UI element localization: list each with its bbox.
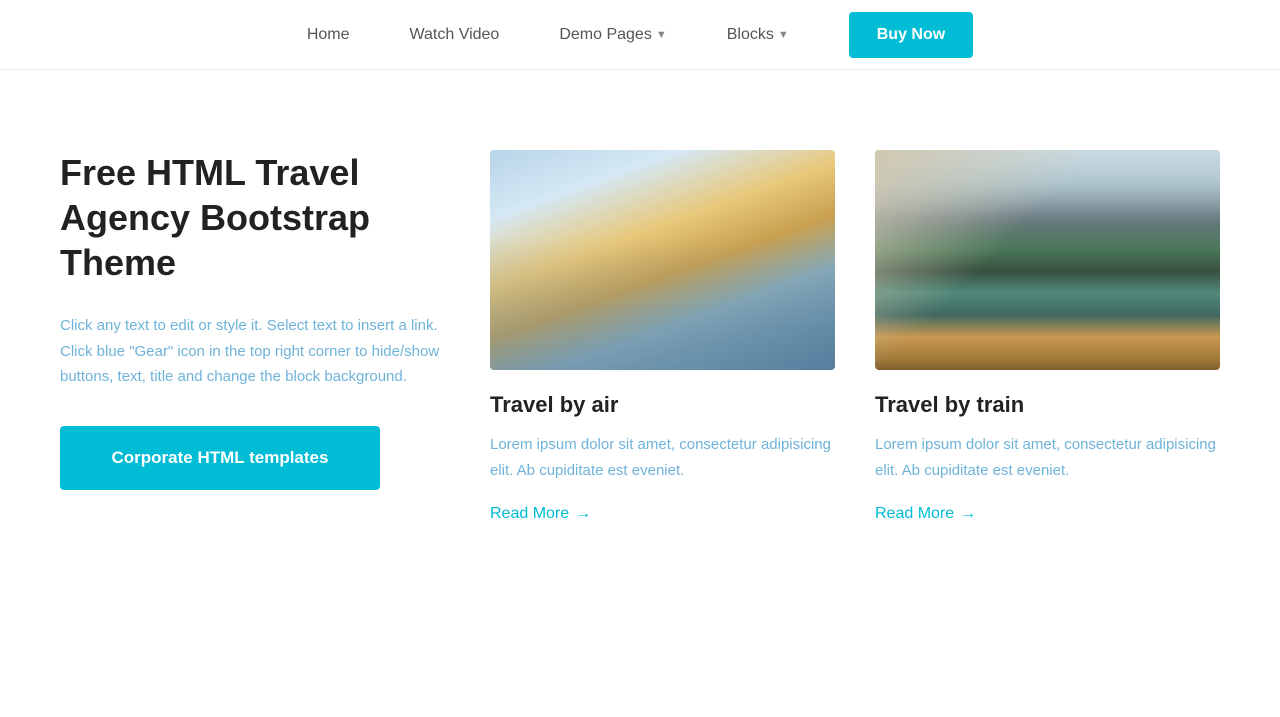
demo-pages-dropdown-icon: ▼ bbox=[656, 29, 667, 41]
card-air-title: Travel by air bbox=[490, 392, 835, 418]
card-air-text: Lorem ipsum dolor sit amet, consectetur … bbox=[490, 432, 835, 483]
card-train-read-more[interactable]: Read More → bbox=[875, 505, 1220, 523]
nav-watch-video[interactable]: Watch Video bbox=[410, 26, 500, 44]
card-train-image bbox=[875, 150, 1220, 370]
left-column: Free HTML Travel Agency Bootstrap Theme … bbox=[60, 150, 450, 523]
buy-now-button[interactable]: Buy Now bbox=[849, 12, 973, 58]
card-air-image bbox=[490, 150, 835, 370]
card-train: Travel by train Lorem ipsum dolor sit am… bbox=[875, 150, 1220, 523]
nav-home[interactable]: Home bbox=[307, 26, 350, 44]
plane-illustration bbox=[490, 150, 835, 370]
blocks-dropdown-icon: ▼ bbox=[778, 29, 789, 41]
hero-subtitle: Click any text to edit or style it. Sele… bbox=[60, 313, 450, 390]
card-train-text: Lorem ipsum dolor sit amet, consectetur … bbox=[875, 432, 1220, 483]
card-air-read-more[interactable]: Read More → bbox=[490, 505, 835, 523]
content-grid: Free HTML Travel Agency Bootstrap Theme … bbox=[60, 150, 1220, 523]
nav-demo-pages[interactable]: Demo Pages ▼ bbox=[559, 26, 666, 44]
main-content: Free HTML Travel Agency Bootstrap Theme … bbox=[0, 70, 1280, 717]
arrow-icon: → bbox=[575, 505, 591, 523]
navbar: Home Watch Video Demo Pages ▼ Blocks ▼ B… bbox=[0, 0, 1280, 70]
arrow-icon: → bbox=[960, 505, 976, 523]
mountain-illustration bbox=[875, 150, 1220, 370]
card-air: Travel by air Lorem ipsum dolor sit amet… bbox=[490, 150, 835, 523]
page-title: Free HTML Travel Agency Bootstrap Theme bbox=[60, 150, 450, 285]
nav-blocks[interactable]: Blocks ▼ bbox=[727, 26, 789, 44]
cta-button[interactable]: Corporate HTML templates bbox=[60, 426, 380, 490]
card-train-title: Travel by train bbox=[875, 392, 1220, 418]
